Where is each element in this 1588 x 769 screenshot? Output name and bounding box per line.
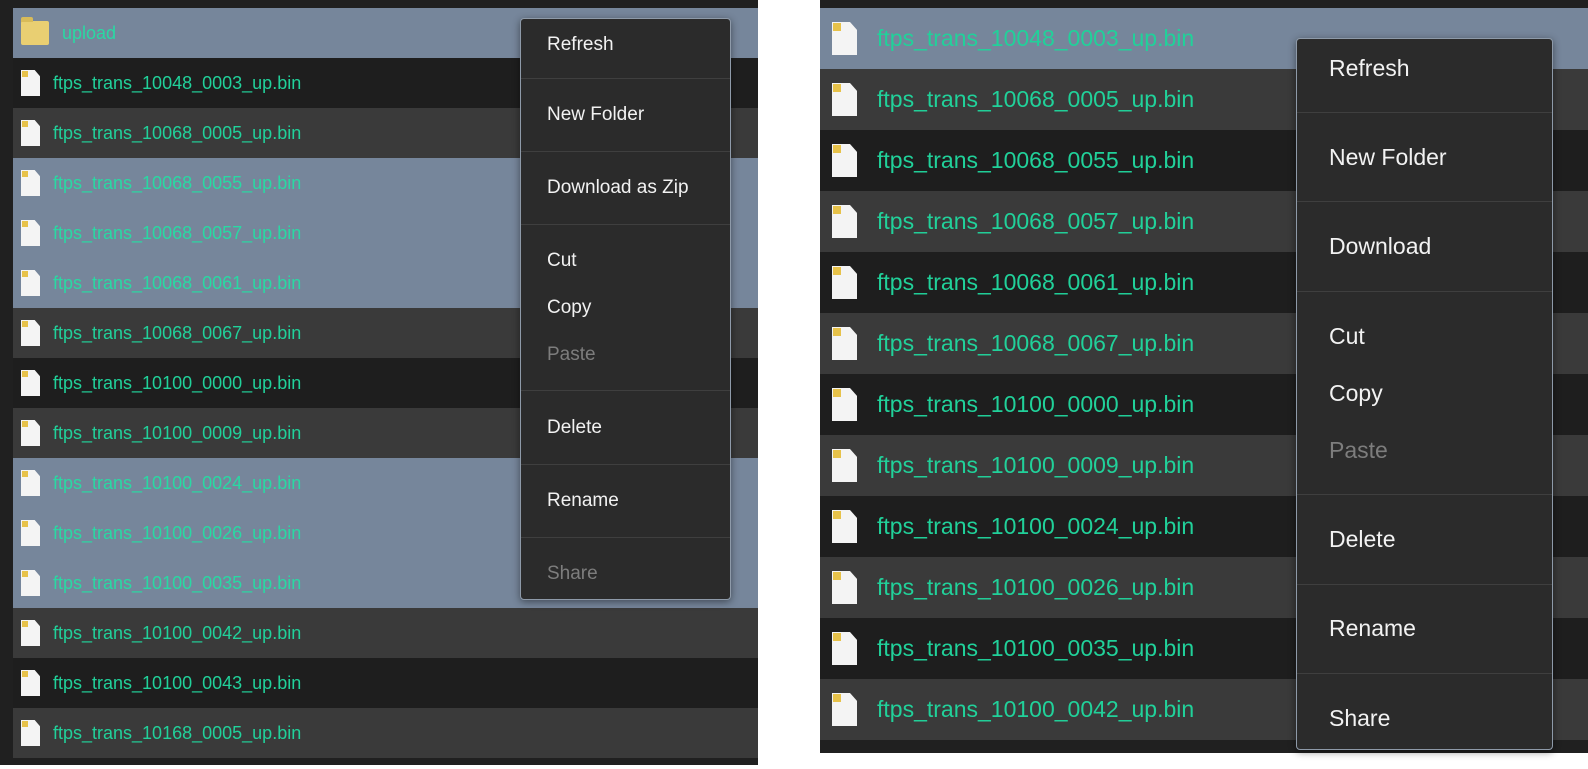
- menu-item-download-zip[interactable]: Download as Zip: [521, 166, 730, 210]
- file-name: ftps_trans_10068_0061_up.bin: [53, 272, 302, 293]
- menu-item-new-folder[interactable]: New Folder: [521, 93, 730, 137]
- file-icon: [832, 205, 857, 238]
- file-name: ftps_trans_10100_0042_up.bin: [877, 696, 1195, 722]
- menu-divider: [521, 224, 730, 225]
- file-icon: [21, 670, 40, 696]
- file-name: ftps_trans_10100_0026_up.bin: [53, 522, 302, 543]
- menu-divider: [1297, 201, 1552, 202]
- file-icon: [832, 83, 857, 116]
- file-icon: [832, 693, 857, 726]
- menu-item-cut[interactable]: Cut: [1297, 313, 1552, 359]
- file-name: ftps_trans_10068_0055_up.bin: [53, 172, 302, 193]
- file-icon: [832, 449, 857, 482]
- menu-item-refresh[interactable]: Refresh: [1297, 45, 1552, 91]
- menu-divider: [1297, 584, 1552, 585]
- menu-divider: [521, 464, 730, 465]
- file-name: ftps_trans_10068_0005_up.bin: [877, 86, 1195, 112]
- file-name: ftps_trans_10068_0061_up.bin: [877, 269, 1195, 295]
- menu-divider: [521, 390, 730, 391]
- file-icon: [832, 327, 857, 360]
- file-icon: [832, 388, 857, 421]
- file-name: ftps_trans_10100_0009_up.bin: [877, 452, 1195, 478]
- context-menu: Refresh New Folder Download Cut Copy Pas…: [1296, 38, 1553, 750]
- file-icon: [832, 22, 857, 55]
- menu-item-delete[interactable]: Delete: [1297, 516, 1552, 562]
- menu-divider: [1297, 673, 1552, 674]
- menu-item-cut[interactable]: Cut: [521, 239, 730, 283]
- menu-item-copy[interactable]: Copy: [1297, 370, 1552, 416]
- file-icon: [832, 632, 857, 665]
- file-icon: [21, 720, 40, 746]
- file-icon: [21, 170, 40, 196]
- menu-item-rename[interactable]: Rename: [1297, 605, 1552, 651]
- file-name: ftps_trans_10100_0035_up.bin: [53, 572, 302, 593]
- file-icon: [21, 420, 40, 446]
- file-name: ftps_trans_10100_0026_up.bin: [877, 574, 1195, 600]
- file-name: ftps_trans_10068_0057_up.bin: [877, 208, 1195, 234]
- file-icon: [21, 220, 40, 246]
- menu-divider: [521, 151, 730, 152]
- file-name: ftps_trans_10068_0055_up.bin: [877, 147, 1195, 173]
- file-name: ftps_trans_10100_0042_up.bin: [53, 622, 302, 643]
- menu-item-new-folder[interactable]: New Folder: [1297, 134, 1552, 180]
- menu-item-share: Share: [547, 563, 598, 584]
- file-icon: [21, 320, 40, 346]
- menu-item-share[interactable]: Share: [1297, 695, 1552, 741]
- file-name: ftps_trans_10168_0005_up.bin: [53, 722, 302, 743]
- file-name: upload: [62, 22, 117, 43]
- menu-item-copy[interactable]: Copy: [521, 286, 730, 330]
- menu-item-paste: Paste: [547, 344, 596, 365]
- file-icon: [21, 470, 40, 496]
- file-name: ftps_trans_10100_0000_up.bin: [877, 391, 1195, 417]
- file-name: ftps_trans_10100_0009_up.bin: [53, 422, 302, 443]
- menu-item-delete[interactable]: Delete: [521, 406, 730, 450]
- file-icon: [21, 120, 40, 146]
- file-icon: [832, 510, 857, 543]
- file-name: ftps_trans_10068_0067_up.bin: [53, 322, 302, 343]
- context-menu: Refresh New Folder Download as Zip Cut C…: [520, 18, 731, 600]
- file-name: ftps_trans_10100_0024_up.bin: [53, 472, 302, 493]
- menu-divider: [521, 78, 730, 79]
- list-item[interactable]: ftps_trans_10168_0005_up.bin: [13, 708, 758, 758]
- list-item[interactable]: ftps_trans_10100_0042_up.bin: [13, 608, 758, 658]
- menu-divider: [1297, 494, 1552, 495]
- menu-item-download[interactable]: Download: [1297, 223, 1552, 269]
- file-icon: [21, 570, 40, 596]
- file-icon: [21, 70, 40, 96]
- file-name: ftps_trans_10100_0000_up.bin: [53, 372, 302, 393]
- file-name: ftps_trans_10100_0043_up.bin: [53, 672, 302, 693]
- file-name: ftps_trans_10048_0003_up.bin: [877, 25, 1195, 51]
- list-item[interactable]: ftps_trans_10100_0043_up.bin: [13, 658, 758, 708]
- file-icon: [21, 520, 40, 546]
- menu-item-paste: Paste: [1329, 436, 1388, 463]
- folder-icon: [21, 17, 49, 45]
- file-icon: [832, 144, 857, 177]
- file-name: ftps_trans_10068_0057_up.bin: [53, 222, 302, 243]
- menu-item-refresh[interactable]: Refresh: [521, 23, 730, 67]
- menu-divider: [521, 537, 730, 538]
- file-icon: [21, 620, 40, 646]
- file-name: ftps_trans_10100_0024_up.bin: [877, 513, 1195, 539]
- file-icon: [21, 270, 40, 296]
- menu-divider: [1297, 112, 1552, 113]
- menu-divider: [1297, 291, 1552, 292]
- file-name: ftps_trans_10048_0003_up.bin: [53, 72, 302, 93]
- file-icon: [832, 266, 857, 299]
- file-icon: [832, 571, 857, 604]
- file-icon: [21, 370, 40, 396]
- menu-item-rename[interactable]: Rename: [521, 479, 730, 523]
- file-name: ftps_trans_10068_0005_up.bin: [53, 122, 302, 143]
- file-name: ftps_trans_10100_0035_up.bin: [877, 635, 1195, 661]
- file-name: ftps_trans_10068_0067_up.bin: [877, 330, 1195, 356]
